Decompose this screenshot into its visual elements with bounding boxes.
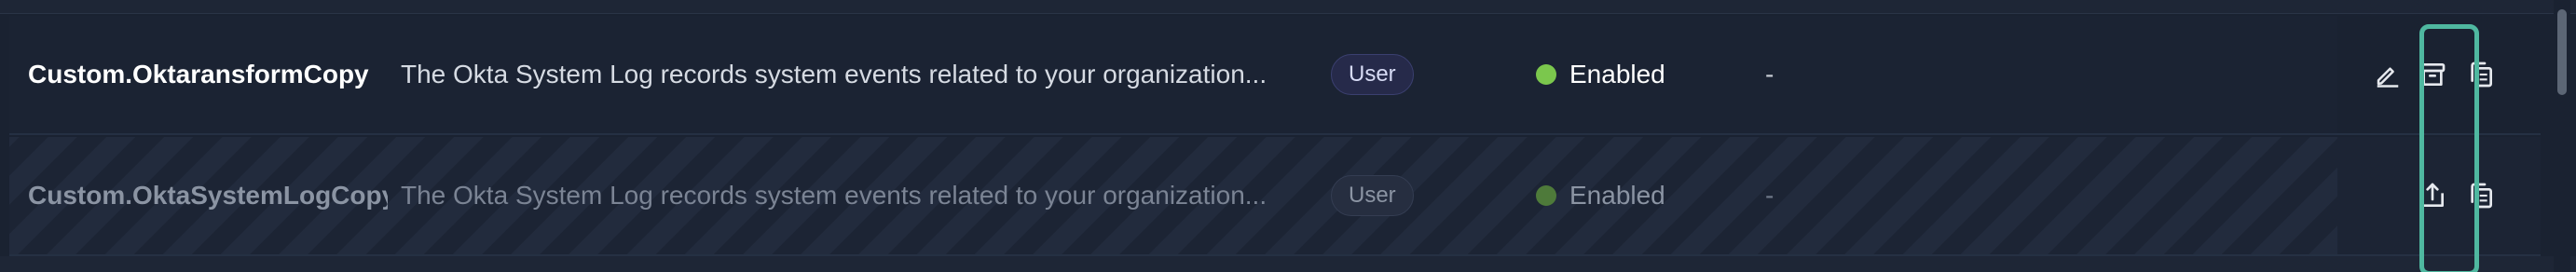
status-cell: Enabled: [1536, 16, 1760, 133]
unarchive-button[interactable]: [2412, 175, 2453, 216]
copy-icon: [2471, 61, 2492, 88]
rules-table: Custom.OktaransformCopy The Okta System …: [0, 0, 2576, 272]
type-badge: User: [1331, 175, 1414, 216]
copy-button[interactable]: [2460, 54, 2501, 95]
table-bottom-divider: [0, 256, 2576, 272]
edit-icon: [2377, 67, 2399, 88]
rule-name[interactable]: Custom.OktaSystemLogCopy: [28, 137, 388, 254]
rule-name[interactable]: Custom.OktaransformCopy: [28, 16, 388, 133]
row-actions: [2337, 16, 2541, 133]
status-dot-icon: [1536, 185, 1556, 206]
archive-icon: [2419, 63, 2446, 86]
empty-value: -: [1765, 60, 1774, 88]
status-label: Enabled: [1569, 181, 1665, 210]
edit-button[interactable]: [2367, 54, 2408, 95]
rule-type-cell: User: [1331, 137, 1471, 254]
archive-button[interactable]: [2412, 54, 2453, 95]
export-icon: [2421, 183, 2444, 207]
rule-description: The Okta System Log records system event…: [401, 181, 1267, 210]
table-top-divider: [0, 0, 2576, 14]
table-row[interactable]: Custom.OktaransformCopy The Okta System …: [9, 16, 2541, 135]
row-actions: [2337, 137, 2541, 254]
status-cell: Enabled: [1536, 137, 1760, 254]
table-row[interactable]: Custom.OktaSystemLogCopy The Okta System…: [9, 137, 2541, 256]
empty-value: -: [1765, 181, 1774, 210]
status-dot-icon: [1536, 64, 1556, 85]
copy-button[interactable]: [2460, 175, 2501, 216]
scrollbar-thumb[interactable]: [2557, 9, 2567, 95]
rule-type-cell: User: [1331, 16, 1471, 133]
type-badge: User: [1331, 54, 1414, 95]
rule-description: The Okta System Log records system event…: [401, 60, 1267, 88]
status-label: Enabled: [1569, 60, 1665, 88]
copy-icon: [2471, 183, 2492, 209]
